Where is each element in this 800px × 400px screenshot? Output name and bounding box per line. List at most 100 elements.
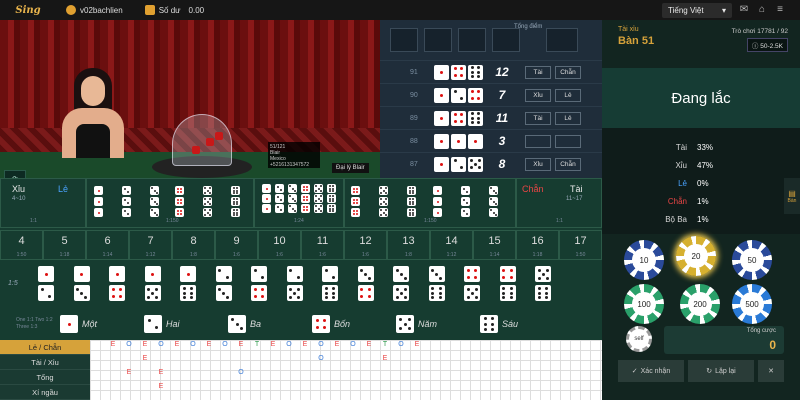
- total-bet-17[interactable]: 17 1:50: [559, 230, 602, 260]
- total-bet-16[interactable]: 16 1:18: [516, 230, 559, 260]
- total-bet-15[interactable]: 15 1:14: [473, 230, 516, 260]
- pair-bet-3-4[interactable]: [357, 266, 374, 301]
- triple-odds-left: 1:150: [166, 218, 179, 224]
- chip-500[interactable]: 500: [732, 284, 772, 324]
- bet-limit[interactable]: ⓘ 50-2.5K: [746, 38, 788, 52]
- single-bet-1[interactable]: Một: [60, 315, 144, 333]
- pair-bet-2-3[interactable]: [215, 266, 232, 301]
- pair-bet-2-6[interactable]: [322, 266, 338, 301]
- stat-value: 1%: [697, 196, 709, 206]
- triple-die: [175, 208, 184, 217]
- summary-box-3: [458, 28, 486, 52]
- pair-bet-2-4[interactable]: [251, 266, 267, 301]
- triple-bet-3[interactable]: [489, 186, 498, 217]
- triple-bet-6[interactable]: [231, 186, 240, 217]
- die-2: [206, 138, 214, 146]
- single-bet-2[interactable]: Hai: [144, 315, 228, 333]
- triple-bet-2[interactable]: [461, 186, 470, 217]
- pair-bet-1-4[interactable]: [109, 266, 125, 301]
- total-bet-13[interactable]: 13 1:8: [387, 230, 430, 260]
- pair-bet-1-3[interactable]: [73, 266, 90, 301]
- clear-button[interactable]: ✕: [758, 360, 784, 382]
- chip-50[interactable]: 50: [732, 240, 772, 280]
- total-bet-5[interactable]: 5 1:18: [43, 230, 86, 260]
- roadmap-tab[interactable]: Tài / Xỉu: [0, 355, 90, 370]
- menu-icon[interactable]: ≡: [774, 4, 786, 16]
- triple-bet-1[interactable]: [94, 186, 103, 217]
- triple-bet-5[interactable]: [203, 186, 212, 217]
- pair-bet-1-5[interactable]: [144, 266, 161, 301]
- triple-die: [94, 197, 103, 206]
- roadmap-tab[interactable]: Xí ngầu: [0, 385, 90, 400]
- pair-die: [428, 285, 445, 301]
- pair-bet-2-5[interactable]: [286, 266, 303, 301]
- pair-bet-5-6[interactable]: [535, 266, 551, 301]
- pair-die: [144, 266, 161, 282]
- viewer-count[interactable]: ⟳ 3: [4, 170, 26, 178]
- tab-icon: ▤: [788, 188, 796, 198]
- score-row: 90 7 Xỉu Lẻ: [380, 83, 602, 106]
- pair-bet-3-5[interactable]: [393, 266, 409, 301]
- chip-20[interactable]: 20: [676, 236, 716, 276]
- any-triple-die: [301, 204, 310, 213]
- brand-logo[interactable]: Sing: [0, 0, 56, 20]
- total-bet-4[interactable]: 4 1:50: [0, 230, 43, 260]
- single-bet-4[interactable]: Bốn: [312, 315, 396, 333]
- any-triple-die: [301, 194, 310, 203]
- pair-bet-4-6[interactable]: [499, 266, 516, 301]
- triple-die: [94, 186, 103, 195]
- total-bet-14[interactable]: 14 1:12: [430, 230, 473, 260]
- pair-bet-3-6[interactable]: [428, 266, 445, 301]
- triple-die: [407, 197, 416, 206]
- language-select[interactable]: Tiếng Việt ▾: [662, 2, 732, 18]
- total-bet-9[interactable]: 9 1:6: [215, 230, 258, 260]
- chip-10[interactable]: 10: [624, 240, 664, 280]
- total-bet-7[interactable]: 7 1:12: [129, 230, 172, 260]
- any-triple-die: [314, 194, 323, 203]
- single-bet-5[interactable]: Năm: [396, 315, 480, 333]
- triple-bet-3[interactable]: [150, 186, 159, 217]
- total-bet-8[interactable]: 8 1:8: [172, 230, 215, 260]
- self-chip[interactable]: self: [626, 326, 652, 352]
- pair-die: [109, 266, 125, 282]
- road-cell: E: [414, 341, 420, 348]
- summary-box-4: [492, 28, 520, 52]
- total-bet-12[interactable]: 12 1:6: [344, 230, 387, 260]
- confirm-button[interactable]: ✓ Xác nhận: [618, 360, 684, 382]
- triple-bet-4[interactable]: [351, 186, 360, 217]
- total-bet-11[interactable]: 11 1:6: [301, 230, 344, 260]
- total-bet-6[interactable]: 6 1:14: [86, 230, 129, 260]
- pair-bet-4-5[interactable]: [464, 266, 480, 301]
- any-triple-odds: 1:24: [294, 218, 304, 224]
- triple-bet-4[interactable]: [175, 186, 184, 217]
- round-tag: [555, 134, 581, 148]
- result-die: [434, 110, 449, 126]
- home-icon[interactable]: ⌂: [756, 4, 768, 16]
- single-bet-6[interactable]: Sáu: [480, 315, 564, 333]
- triple-bet-5[interactable]: [379, 186, 388, 217]
- triple-bet-1[interactable]: [433, 186, 442, 217]
- round-tag: Lẻ: [555, 111, 581, 125]
- chip-value: 10: [632, 248, 656, 272]
- result-die: [468, 64, 483, 80]
- round-id: 88: [410, 137, 418, 145]
- side-tab[interactable]: ▤ Bàn: [784, 178, 800, 214]
- triple-die: [407, 186, 416, 195]
- total-bet-10[interactable]: 10 1:6: [258, 230, 301, 260]
- chip-100[interactable]: 100: [624, 284, 664, 324]
- roadmap-tab[interactable]: Lẻ / Chẵn: [0, 340, 90, 355]
- pair-bet-1-6[interactable]: [180, 266, 196, 301]
- triple-die: [461, 186, 470, 195]
- total-odds: 1:50: [575, 252, 586, 258]
- triple-bet-2[interactable]: [122, 186, 131, 217]
- chat-icon[interactable]: ✉: [738, 4, 750, 16]
- pair-die: [109, 285, 125, 301]
- chip-value: 500: [740, 292, 764, 316]
- triple-die: [122, 186, 131, 195]
- pair-bet-1-2[interactable]: [38, 266, 54, 301]
- rebet-button[interactable]: ↻ Lặp lại: [688, 360, 754, 382]
- single-bet-3[interactable]: Ba: [228, 315, 312, 333]
- triple-bet-6[interactable]: [407, 186, 416, 217]
- roadmap-tab[interactable]: Tổng: [0, 370, 90, 385]
- chip-200[interactable]: 200: [680, 284, 720, 324]
